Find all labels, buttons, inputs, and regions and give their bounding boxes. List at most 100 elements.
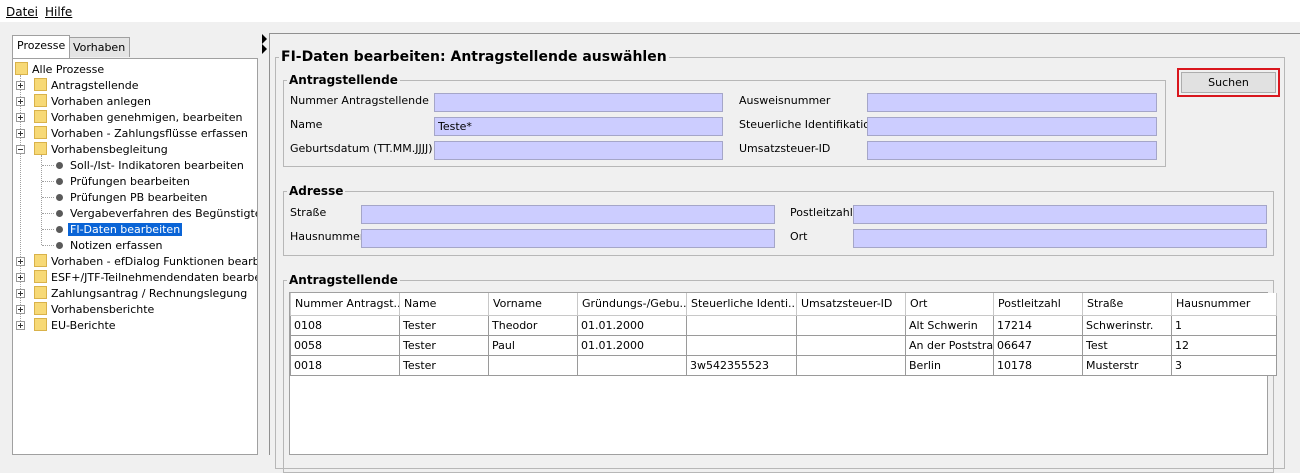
expand-icon[interactable] [16,113,25,122]
leaf-dot-icon [56,194,63,201]
tree-item-label: Vorhaben - Zahlungsflüsse erfassen [51,127,248,140]
column-header[interactable]: Postleitzahl [993,293,1083,316]
folder-icon [34,94,47,107]
city-label: Ort [790,230,808,243]
expand-icon[interactable] [16,97,25,106]
expand-icon[interactable] [16,257,25,266]
table-cell [577,354,687,376]
tree-item-label: EU-Berichte [51,319,116,332]
column-header[interactable]: Name [399,293,489,316]
birthdate-input[interactable] [434,141,723,160]
folder-icon [34,126,47,139]
tree-item-indicators[interactable]: Soll-/Ist- Indikatoren bearbeiten [13,157,257,173]
table-row[interactable]: 0108 Tester Theodor 01.01.2000 Alt Schwe… [290,314,1277,336]
tree-item-efdialog[interactable]: Vorhaben - efDialog Funktionen bearbeite… [13,253,257,269]
applicant-number-input[interactable] [434,93,723,112]
vat-id-label: Umsatzsteuer-ID [739,142,831,155]
leaf-dot-icon [56,226,63,233]
column-header[interactable]: Umsatzsteuer-ID [796,293,906,316]
column-header[interactable]: Vorname [488,293,578,316]
tree-item-procurement[interactable]: Vergabeverfahren des Begünstigten bearbe… [13,205,257,221]
tree-root-label: Alle Prozesse [32,63,105,76]
table-row[interactable]: 0058 Tester Paul 01.01.2000 An der Posts… [290,334,1277,356]
tree-item-audits[interactable]: Prüfungen bearbeiten [13,173,257,189]
tree-item-audits-pb[interactable]: Prüfungen PB bearbeiten [13,189,257,205]
menu-help[interactable]: Hilfe [45,5,72,19]
tree-item-approve-project[interactable]: Vorhaben genehmigen, bearbeiten [13,109,253,125]
tab-processes[interactable]: Prozesse [12,35,71,58]
expand-icon[interactable] [16,305,25,314]
column-header[interactable]: Nummer Antragst... [290,293,400,316]
folder-icon [34,318,47,331]
name-input[interactable] [434,117,723,136]
tax-id-input[interactable] [867,117,1157,136]
tree-item-create-project[interactable]: Vorhaben anlegen [13,93,253,109]
table-header-row: Nummer Antragst... Name Vorname Gründung… [290,293,1277,316]
tree-item-project-support[interactable]: Vorhabensbegleitung [13,141,253,157]
tree-item-payment-request[interactable]: Zahlungsantrag / Rechnungslegung [13,285,253,301]
column-header[interactable]: Steuerliche Identi... [686,293,797,316]
birthdate-label: Geburtsdatum (TT.MM.JJJJ) [290,142,433,155]
search-button[interactable]: Suchen [1181,72,1276,93]
table-cell: 0058 [290,334,400,356]
tree-item-label: Notizen erfassen [70,239,163,252]
expand-icon[interactable] [16,81,25,90]
table-cell [686,334,797,356]
menu-bar: Datei Hilfe [0,0,1300,22]
table-cell: Theodor [488,314,578,336]
postcode-label: Postleitzahl [790,206,853,219]
table-cell [686,314,797,336]
folder-icon [34,254,47,267]
folder-icon [34,302,47,315]
table-cell: 0018 [290,354,400,376]
tree-item-fi-data[interactable]: FI-Daten bearbeiten [13,221,257,237]
expand-icon[interactable] [16,273,25,282]
collapse-icon[interactable] [16,145,25,154]
tree-item-label: Vorhabensbegleitung [51,143,168,156]
id-card-input[interactable] [867,93,1157,112]
folder-icon [34,286,47,299]
tree-item-payment-flows[interactable]: Vorhaben - Zahlungsflüsse erfassen [13,125,253,141]
table-cell: 3 [1171,354,1277,376]
leaf-dot-icon [56,242,63,249]
street-input[interactable] [361,205,775,224]
tree-item-label: ESF+/JTF-Teilnehmendendaten bearbeiten [51,271,257,284]
tree-item-participants[interactable]: ESF+/JTF-Teilnehmendendaten bearbeiten [13,269,257,285]
tab-projects[interactable]: Vorhaben [68,37,131,57]
city-input[interactable] [853,229,1267,248]
collapse-left-arrow-icon[interactable] [262,34,267,44]
house-number-input[interactable] [361,229,775,248]
table-cell: 01.01.2000 [577,314,687,336]
column-header[interactable]: Hausnummer [1171,293,1277,316]
expand-icon[interactable] [16,129,25,138]
folder-icon [34,142,47,155]
tree-item-label: Prüfungen PB bearbeiten [70,191,208,204]
expand-icon[interactable] [16,289,25,298]
table-cell: 0108 [290,314,400,336]
menu-file[interactable]: Datei [6,5,38,19]
leaf-dot-icon [56,178,63,185]
vat-id-input[interactable] [867,141,1157,160]
column-header[interactable]: Gründungs-/Gebu... [577,293,687,316]
expand-right-arrow-icon[interactable] [262,44,267,54]
tree-item-label-selected: FI-Daten bearbeiten [68,223,183,236]
folder-icon [15,62,28,75]
tree-item-label: Vorhaben genehmigen, bearbeiten [51,111,243,124]
panel-splitter[interactable] [258,22,268,455]
column-header[interactable]: Ort [905,293,994,316]
leaf-dot-icon [56,162,63,169]
table-cell: 10178 [993,354,1083,376]
column-header[interactable]: Straße [1082,293,1172,316]
street-label: Straße [290,206,327,219]
tree-item-notes[interactable]: Notizen erfassen [13,237,257,253]
postcode-input[interactable] [853,205,1267,224]
tree-item-project-reports[interactable]: Vorhabensberichte [13,301,253,317]
expand-icon[interactable] [16,321,25,330]
table-cell: Test [1082,334,1172,356]
tree-root[interactable]: Alle Prozesse [13,61,253,77]
tree-item-label: Vorhabensberichte [51,303,155,316]
tax-id-label: Steuerliche Identifikation [739,118,877,131]
tree-item-applicants[interactable]: Antragstellende [13,77,253,93]
table-row[interactable]: 0018 Tester 3w542355523 Berlin 10178 Mus… [290,354,1277,376]
tree-item-eu-reports[interactable]: EU-Berichte [13,317,253,333]
